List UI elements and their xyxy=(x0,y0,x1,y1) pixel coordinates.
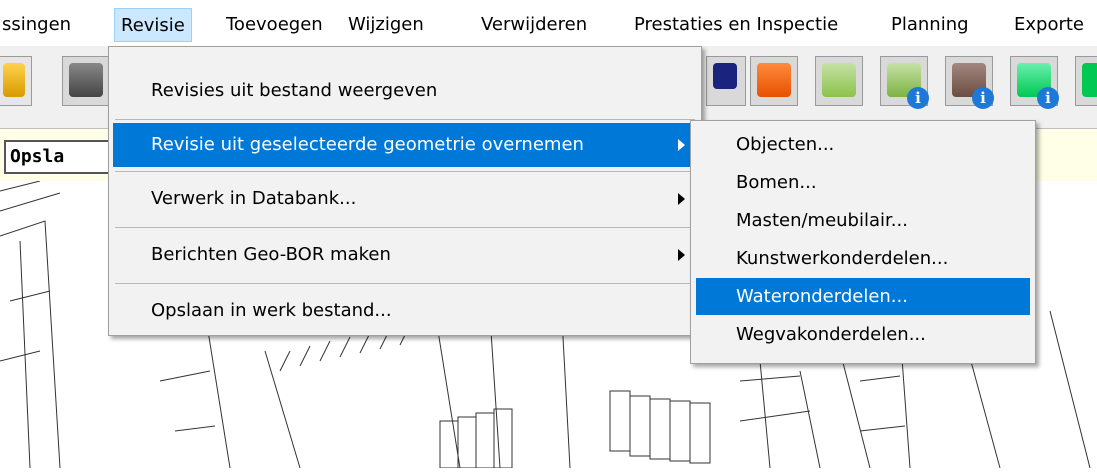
revisie-menu: Revisies uit bestand weergeven Revisie u… xyxy=(108,46,702,336)
green-tool-icon[interactable] xyxy=(1075,56,1097,106)
print-icon[interactable] xyxy=(0,56,32,106)
submenu-item-objecten[interactable]: Objecten... xyxy=(696,126,1030,163)
monitor-icon[interactable] xyxy=(706,56,746,106)
folder-info-icon[interactable]: i xyxy=(880,56,929,109)
menu-item-verwerk-databank[interactable]: Verwerk in Databank... xyxy=(113,177,697,221)
menu-verwijderen[interactable]: Verwijderen xyxy=(475,8,593,42)
submenu-arrow-icon xyxy=(678,249,685,261)
menu-planning[interactable]: Planning xyxy=(885,8,975,42)
submenu-item-wegvakonderdelen[interactable]: Wegvakonderdelen... xyxy=(696,316,1030,353)
menu-exporteren[interactable]: Exporte xyxy=(1008,8,1090,42)
tools-info-icon[interactable]: i xyxy=(945,56,994,109)
menu-item-revisie-overnemen[interactable]: Revisie uit geselecteerde geometrie over… xyxy=(113,123,697,167)
plotter-icon[interactable] xyxy=(62,56,110,106)
submenu-arrow-icon xyxy=(678,139,685,151)
house-icon[interactable] xyxy=(750,56,798,106)
menu-separator xyxy=(115,227,695,228)
menu-item-label: Opslaan in werk bestand... xyxy=(151,300,392,321)
menu-separator xyxy=(115,171,695,172)
menu-item-label: Revisie uit geselecteerde geometrie over… xyxy=(151,134,584,155)
menu-item-label: Berichten Geo-BOR maken xyxy=(151,244,391,265)
info-icon: i xyxy=(907,87,929,109)
folder-icon[interactable] xyxy=(815,56,863,106)
menu-item-berichten-geobor[interactable]: Berichten Geo-BOR maken xyxy=(113,233,697,277)
green-info-icon[interactable]: i xyxy=(1010,56,1059,109)
submenu-item-wateronderdelen[interactable]: Wateronderdelen... xyxy=(696,278,1030,315)
submenu-item-kunstwerkonderdelen[interactable]: Kunstwerkonderdelen... xyxy=(696,240,1030,277)
geometrie-submenu: Objecten... Bomen... Masten/meubilair...… xyxy=(690,120,1036,364)
menu-item-label: Verwerk in Databank... xyxy=(151,188,357,209)
menu-wijzigen[interactable]: Wijzigen xyxy=(342,8,430,42)
menu-separator xyxy=(115,283,695,284)
menu-prestaties-en-inspectie[interactable]: Prestaties en Inspectie xyxy=(628,8,844,42)
menu-aanpassingen[interactable]: ssingen xyxy=(0,8,77,42)
menu-revisie[interactable]: Revisie xyxy=(114,8,192,42)
submenu-arrow-icon xyxy=(678,193,685,205)
menu-item-opslaan-werkbestand[interactable]: Opslaan in werk bestand... xyxy=(113,289,697,333)
menu-item-label: Revisies uit bestand weergeven xyxy=(151,80,438,101)
menu-bar: ssingen Revisie Toevoegen Wijzigen Verwi… xyxy=(0,0,1097,46)
menu-separator xyxy=(115,119,695,120)
menu-item-revisies-weergeven[interactable]: Revisies uit bestand weergeven xyxy=(113,69,697,113)
info-icon: i xyxy=(972,87,994,109)
menu-toevoegen[interactable]: Toevoegen xyxy=(220,8,329,42)
submenu-item-bomen[interactable]: Bomen... xyxy=(696,164,1030,201)
status-field[interactable]: Opsla xyxy=(4,140,114,174)
submenu-item-masten-meubilair[interactable]: Masten/meubilair... xyxy=(696,202,1030,239)
info-icon: i xyxy=(1037,87,1059,109)
